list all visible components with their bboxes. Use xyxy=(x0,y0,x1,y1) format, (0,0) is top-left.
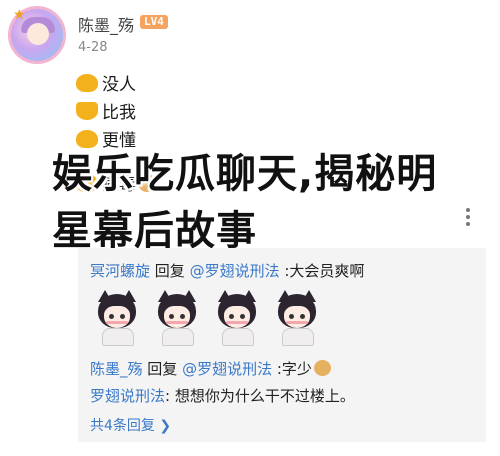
clap-emoji-icon xyxy=(76,74,98,92)
doge-emoji-icon xyxy=(313,360,331,376)
more-vertical-icon[interactable] xyxy=(466,208,472,226)
reply-user[interactable]: 陈墨_殇 xyxy=(90,360,143,378)
user-avatar[interactable]: ★ xyxy=(8,6,66,64)
post-line: 比我 xyxy=(76,98,136,123)
reply-text: 想想你为什么干不过楼上。 xyxy=(174,387,355,405)
reply-action: : xyxy=(165,387,175,405)
sticker-row xyxy=(92,290,322,346)
post-date: 4-28 xyxy=(78,40,108,55)
reply-action: 回复 xyxy=(142,360,183,378)
post-line: 没人 xyxy=(76,70,136,95)
cat-girl-sticker xyxy=(152,290,202,346)
reply-item[interactable]: 陈墨_殇 回复 @罗翅说刑法 :字少 xyxy=(90,358,331,379)
reply-text: :大会员爽啊 xyxy=(279,262,365,280)
overlay-headline-line1: 娱乐吃瓜聊天,揭秘明 xyxy=(52,151,438,197)
reply-panel: 冥河螺旋 回复 @罗翅说刑法 :大会员爽啊 陈墨_殇 回复 @罗翅说刑法 :字少… xyxy=(78,248,486,442)
reply-user[interactable]: 罗翅说刑法 xyxy=(90,387,165,405)
reply-item[interactable]: 冥河螺旋 回复 @罗翅说刑法 :大会员爽啊 xyxy=(90,260,364,281)
cat-girl-sticker xyxy=(212,290,262,346)
view-all-replies-link[interactable]: 共4条回复 ❯ xyxy=(90,415,171,435)
cat-girl-sticker xyxy=(92,290,142,346)
wave-emoji-icon xyxy=(76,102,98,120)
cat-girl-sticker xyxy=(272,290,322,346)
reply-target[interactable]: @罗翅说刑法 xyxy=(190,262,280,280)
reply-action: 回复 xyxy=(150,262,190,280)
post-username[interactable]: 陈墨_殇 xyxy=(78,12,134,36)
level-badge: LV4 xyxy=(140,15,168,29)
avatar-face xyxy=(27,23,49,45)
reply-item[interactable]: 罗翅说刑法: 想想你为什么干不过楼上。 xyxy=(90,385,355,406)
reply-target[interactable]: @罗翅说刑法 xyxy=(182,360,272,378)
reply-user[interactable]: 冥河螺旋 xyxy=(90,262,150,280)
reply-text: :字少 xyxy=(272,360,312,378)
